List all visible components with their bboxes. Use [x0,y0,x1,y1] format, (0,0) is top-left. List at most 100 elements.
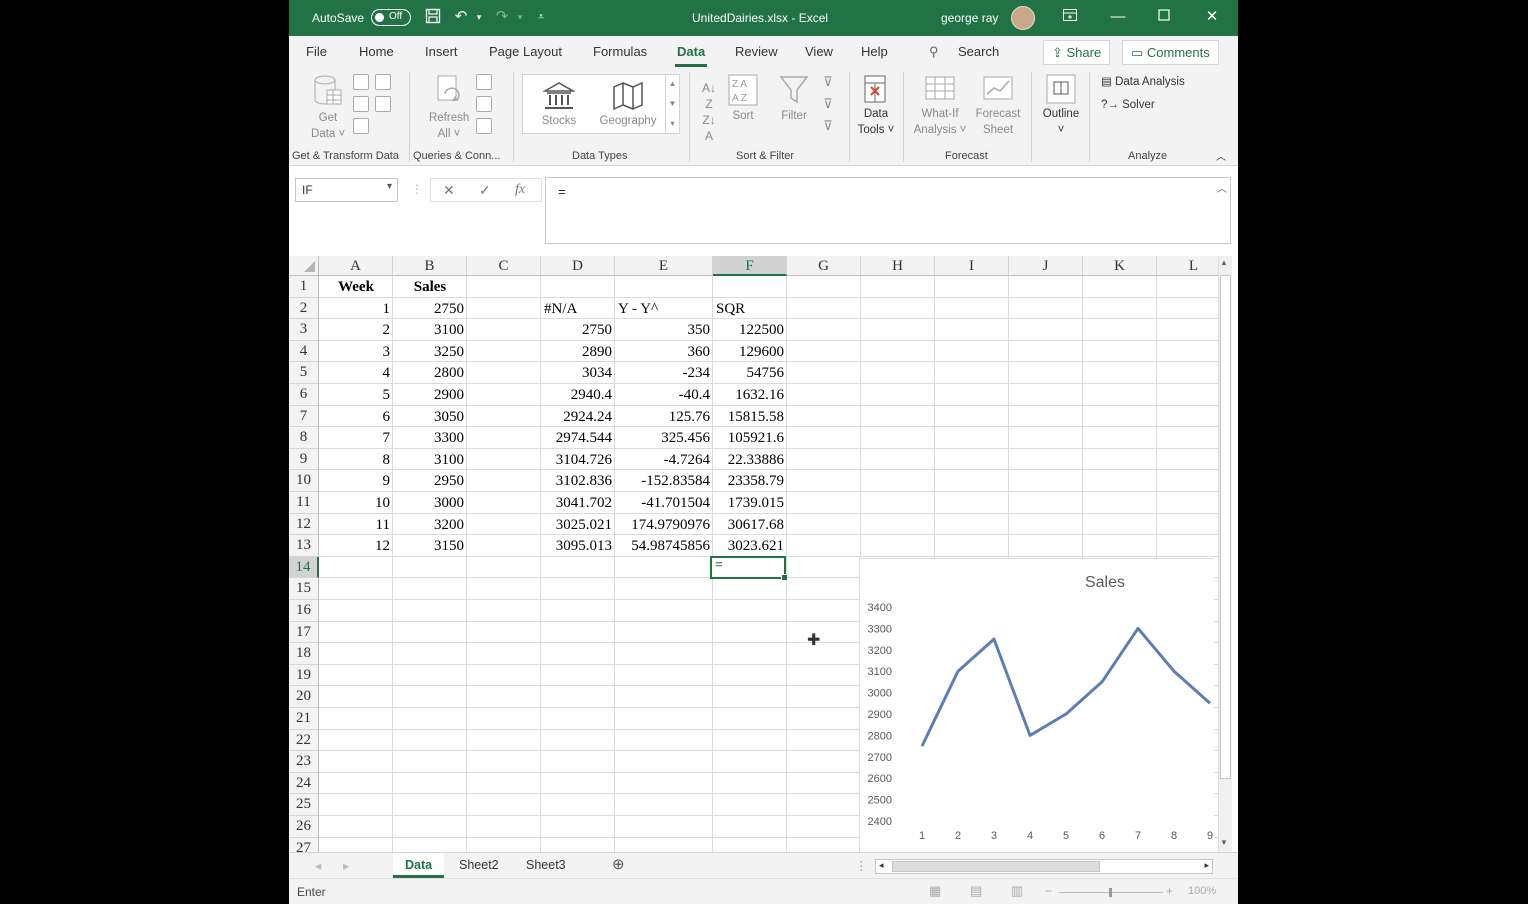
scroll-thumb[interactable] [1220,275,1231,779]
vertical-scrollbar[interactable]: ▲ ▼ [1218,256,1232,852]
cell-E9[interactable]: -4.7264 [615,449,713,471]
cell-F7[interactable]: 15815.58 [713,406,787,428]
scroll-up-icon[interactable]: ▲ [1220,258,1228,267]
column-header-D[interactable]: D [541,256,615,276]
column-header-B[interactable]: B [393,256,467,276]
row-header-19[interactable]: 19 [289,664,319,687]
cell-D5[interactable]: 3034 [541,362,615,384]
sort-ascending-icon[interactable]: A↓ Z [699,80,719,112]
undo-dropdown-icon[interactable]: ▾ [470,8,488,26]
column-header-A[interactable]: A [319,256,393,276]
tab-review[interactable]: Review [735,44,778,59]
insert-function-icon[interactable]: fx [515,182,525,198]
maximize-icon[interactable] [1155,8,1173,26]
sheet-tab-sheet2[interactable]: Sheet2 [459,858,499,872]
next-sheet-icon[interactable]: ▸ [343,858,349,873]
queries-connections-icon[interactable] [476,74,492,90]
cell-B9[interactable]: 3100 [393,449,467,471]
share-button[interactable]: ⇪ Share [1043,40,1111,65]
zoom-slider-thumb[interactable] [1109,888,1112,897]
tab-help[interactable]: Help [861,44,888,59]
cell-F4[interactable]: 129600 [713,341,787,363]
row-header-6[interactable]: 6 [289,384,319,406]
column-header-G[interactable]: G [787,256,861,276]
row-header-23[interactable]: 23 [289,751,319,773]
active-cell-F14[interactable]: = [710,556,788,581]
cell-E5[interactable]: -234 [615,362,713,384]
column-header-F[interactable]: F [713,256,787,276]
comments-button[interactable]: ▭ Comments [1122,40,1219,65]
save-icon[interactable] [424,8,442,26]
cell-D4[interactable]: 2890 [541,341,615,363]
cell-B3[interactable]: 3100 [393,319,467,341]
cell-E12[interactable]: 174.9790976 [615,514,713,536]
column-header-K[interactable]: K [1083,256,1157,276]
zoom-in-icon[interactable]: + [1166,884,1173,898]
clear-filter-icon[interactable]: ⊽ [819,74,837,90]
reapply-icon[interactable]: ⊽ [819,96,837,112]
cell-A9[interactable]: 8 [319,449,393,471]
cell-B11[interactable]: 3000 [393,492,467,514]
row-header-1[interactable]: 1 [289,276,319,298]
scroll-left-icon[interactable]: ◂ [879,860,884,871]
cell-A11[interactable]: 10 [319,492,393,514]
get-data-button[interactable]: Get Data ˅ [311,74,345,142]
cell-D13[interactable]: 3095.013 [541,535,615,557]
cell-E11[interactable]: -41.701504 [615,492,713,514]
tab-splitter-icon[interactable]: ⋮ [855,858,868,873]
sheet-tab-data[interactable]: Data [393,853,445,878]
cell-F5[interactable]: 54756 [713,362,787,384]
filter-button[interactable]: Filter [777,74,811,124]
close-icon[interactable]: ✕ [1203,8,1221,26]
row-header-2[interactable]: 2 [289,297,319,320]
cell-E6[interactable]: -40.4 [615,384,713,406]
sheet-tab-sheet3[interactable]: Sheet3 [526,858,566,872]
formula-input[interactable]: = [545,177,1231,244]
cell-D3[interactable]: 2750 [541,319,615,341]
data-tools-button[interactable]: Data Tools ˅ [855,74,897,138]
cell-E2[interactable]: Y - Y^ [615,298,713,320]
scroll-down-icon[interactable]: ▼ [1220,838,1228,847]
row-header-20[interactable]: 20 [289,686,319,708]
new-sheet-icon[interactable]: ⊕ [612,855,625,873]
refresh-all-button[interactable]: Refresh All ˅ [429,74,469,142]
row-header-22[interactable]: 22 [289,729,319,752]
cell-D12[interactable]: 3025.021 [541,514,615,536]
cell-E7[interactable]: 125.76 [615,406,713,428]
outline-button[interactable]: Outline ˅ [1039,74,1083,138]
cell-F9[interactable]: 22.33886 [713,449,787,471]
cell-A5[interactable]: 4 [319,362,393,384]
row-header-11[interactable]: 11 [289,492,319,514]
cell-D10[interactable]: 3102.836 [541,470,615,492]
column-header-J[interactable]: J [1009,256,1083,276]
row-header-17[interactable]: 17 [289,621,319,644]
what-if-analysis-button[interactable]: What-If Analysis ˅ [913,74,967,138]
row-header-21[interactable]: 21 [289,708,319,730]
row-header-25[interactable]: 25 [289,794,319,816]
cell-E8[interactable]: 325.456 [615,427,713,449]
cell-B4[interactable]: 3250 [393,341,467,363]
gallery-scroll[interactable]: ▲ ▼ ▾ [665,74,679,134]
row-header-27[interactable]: 27 [289,837,319,852]
from-text-icon[interactable] [353,74,369,90]
cell-F13[interactable]: 3023.621 [713,535,787,557]
row-header-10[interactable]: 10 [289,470,319,492]
cell-B12[interactable]: 3200 [393,514,467,536]
collapse-ribbon-icon[interactable]: ︿ [1216,150,1226,166]
cell-D2[interactable]: #N/A [541,298,615,320]
cell-A1[interactable]: Week [319,276,393,298]
cell-F11[interactable]: 1739.015 [713,492,787,514]
cell-A2[interactable]: 1 [319,298,393,320]
worksheet-grid[interactable]: ABCDEFGHIJKL 1 2 3 4 5 6 7 8 9 10 11 12 13 14 15 16 17 18… [289,256,1238,852]
cell-B2[interactable]: 2750 [393,298,467,320]
cell-A6[interactable]: 5 [319,384,393,406]
from-web-icon[interactable] [375,74,391,90]
cell-B13[interactable]: 3150 [393,535,467,557]
tab-insert[interactable]: Insert [425,44,458,59]
stocks-button[interactable]: Stocks [537,81,581,129]
prev-sheet-icon[interactable]: ◂ [315,858,321,873]
cell-F2[interactable]: SQR [713,298,787,320]
minimize-icon[interactable]: — [1109,8,1127,26]
row-header-5[interactable]: 5 [289,362,319,384]
cell-F3[interactable]: 122500 [713,319,787,341]
